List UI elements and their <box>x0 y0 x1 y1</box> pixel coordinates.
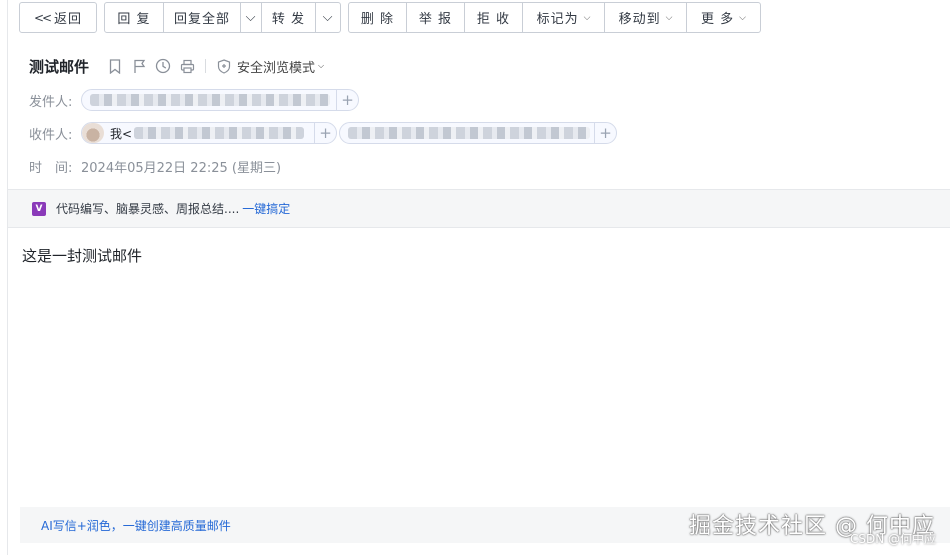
to-row: 收件人: 我< + + <box>29 122 617 144</box>
clock-icon[interactable] <box>155 58 171 74</box>
forward-dropdown[interactable]: ⌵ <box>316 3 340 32</box>
reply-all-dropdown[interactable]: ⌵ <box>241 3 262 32</box>
delete-button[interactable]: 删 除 <box>349 3 407 32</box>
chevron-down-icon: ⌵ <box>318 61 325 70</box>
from-label: 发件人: <box>29 94 73 110</box>
more-button[interactable]: 更 多 ⌵ <box>687 3 760 32</box>
print-icon[interactable] <box>179 58 195 74</box>
bookmark-icon[interactable] <box>107 58 123 74</box>
more-label: 更 多 <box>701 12 735 27</box>
promo-text: 代码编写、脑暴灵感、周报总结.... <box>56 202 240 216</box>
ai-promo-bar: V 代码编写、脑暴灵感、周报总结.... 一键搞定 <box>8 189 950 228</box>
recipient-address-redacted <box>134 127 305 139</box>
divider <box>205 59 207 73</box>
back-group: << 返回 <box>19 2 97 33</box>
reply-button[interactable]: 回 复 <box>105 3 164 32</box>
move-to-label: 移动到 <box>618 12 661 27</box>
ai-logo-icon: V <box>32 201 46 216</box>
chevron-down-icon: ⌵ <box>322 10 334 25</box>
recipient-me-label: 我< <box>110 126 133 141</box>
chevron-down-icon: ⌵ <box>583 12 591 23</box>
mail-subject: 测试邮件 <box>29 57 90 76</box>
recipient-chip-me[interactable]: 我< + <box>81 122 337 144</box>
recipient-chip-2[interactable]: + <box>339 122 617 144</box>
reply-all-button[interactable]: 回复全部 <box>164 3 241 32</box>
reply-group: 回 复 回复全部 ⌵ 转 发 ⌵ <box>104 2 341 33</box>
flag-icon[interactable] <box>131 58 147 74</box>
time-label: 时 间: <box>29 161 73 176</box>
report-button[interactable]: 举 报 <box>407 3 465 32</box>
recipient-address-redacted <box>348 127 590 139</box>
back-label: 返回 <box>54 12 83 27</box>
watermark-csdn: CSDN @何中应 <box>849 532 936 546</box>
safe-browse-dropdown[interactable]: 安全浏览模式 ⌵ <box>216 57 324 76</box>
promo-link[interactable]: 一键搞定 <box>242 200 290 217</box>
move-to-button[interactable]: 移动到 ⌵ <box>605 3 687 32</box>
time-value: 2024年05月22日 22:25 (星期三) <box>81 161 282 176</box>
chevron-down-icon: ⌵ <box>665 12 673 23</box>
mark-as-button[interactable]: 标记为 ⌵ <box>523 3 605 32</box>
ai-compose-link[interactable]: AI写信+润色，一键创建高质量邮件 <box>41 517 231 534</box>
chevron-down-icon: ⌵ <box>245 10 257 25</box>
to-label: 收件人: <box>29 127 73 143</box>
chevron-double-left-icon: << <box>33 10 52 25</box>
reject-button[interactable]: 拒 收 <box>465 3 523 32</box>
mark-as-label: 标记为 <box>536 12 579 27</box>
from-row: 发件人: + <box>29 89 359 111</box>
safe-browse-label: 安全浏览模式 <box>237 60 316 76</box>
subject-icons: 安全浏览模式 ⌵ <box>99 57 324 76</box>
subject-row: 测试邮件 安全浏览模式 ⌵ <box>29 55 324 77</box>
plus-icon[interactable]: + <box>594 123 616 143</box>
plus-icon[interactable]: + <box>336 90 358 110</box>
back-button[interactable]: << 返回 <box>20 3 96 32</box>
shield-icon <box>216 58 232 74</box>
sender-chip[interactable]: + <box>81 89 359 111</box>
chevron-down-icon: ⌵ <box>739 12 746 23</box>
forward-button[interactable]: 转 发 <box>262 3 316 32</box>
left-divider <box>7 0 8 555</box>
sender-address-redacted <box>90 94 330 106</box>
time-row: 时 间: 2024年05月22日 22:25 (星期三) <box>29 157 281 176</box>
mail-read-view: << 返回 回 复 回复全部 ⌵ 转 发 ⌵ 删 除 举 报 拒 收 标记为 ⌵ <box>0 0 950 555</box>
mail-body: 这是一封测试邮件 <box>22 247 143 265</box>
action-group: 删 除 举 报 拒 收 标记为 ⌵ 移动到 ⌵ 更 多 ⌵ <box>348 2 761 33</box>
avatar <box>82 123 104 143</box>
plus-icon[interactable]: + <box>314 123 336 143</box>
mail-toolbar: << 返回 回 复 回复全部 ⌵ 转 发 ⌵ 删 除 举 报 拒 收 标记为 ⌵ <box>19 2 761 33</box>
